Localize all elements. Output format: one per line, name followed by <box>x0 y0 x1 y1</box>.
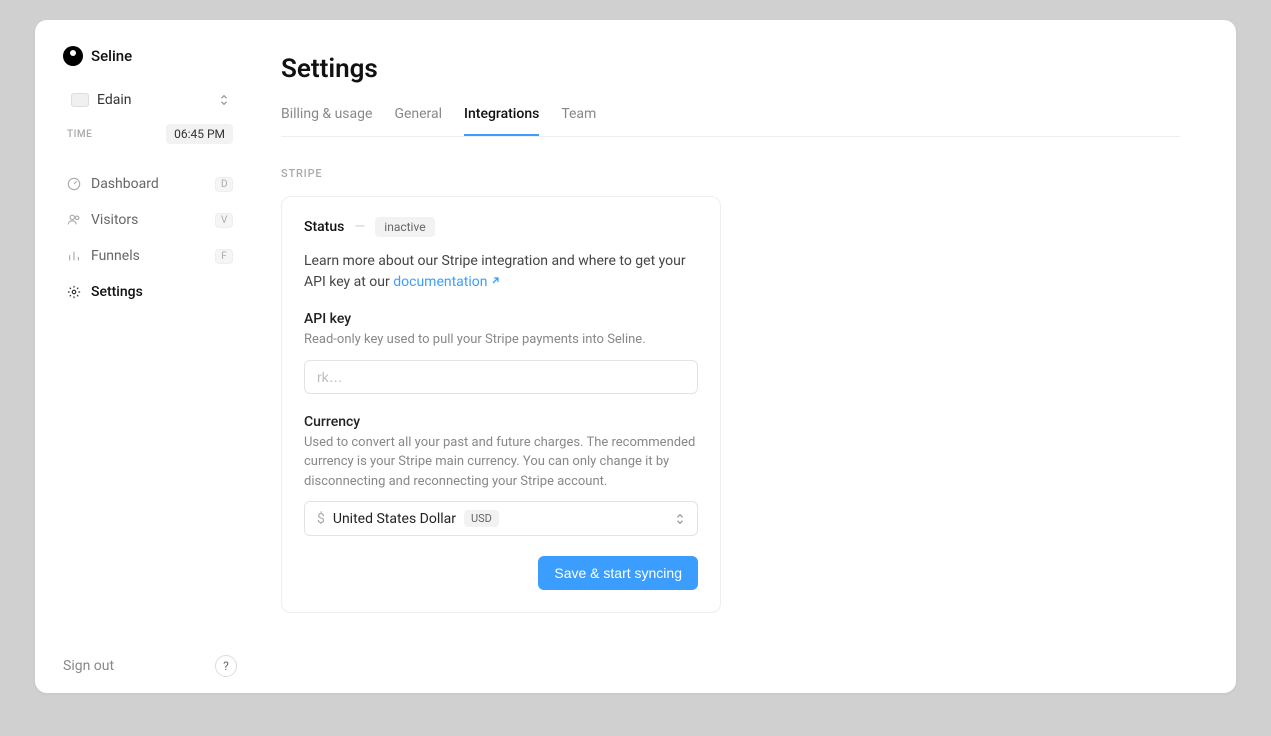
sidebar-item-funnels[interactable]: Funnels F <box>63 240 237 272</box>
learn-more-text: Learn more about our Stripe integration … <box>304 251 698 293</box>
api-key-input[interactable] <box>304 360 698 394</box>
currency-code-badge: USD <box>464 510 499 527</box>
save-button[interactable]: Save & start syncing <box>538 556 698 590</box>
docs-label: documentation <box>393 274 487 290</box>
main: Settings Billing & usage General Integra… <box>253 20 1236 693</box>
nav-kbd: F <box>215 249 233 264</box>
currency-name: United States Dollar <box>333 511 456 527</box>
time-row: TIME 06:45 PM <box>63 124 237 144</box>
api-key-label: API key <box>304 311 698 327</box>
time-label: TIME <box>67 129 92 140</box>
stripe-card: Status — inactive Learn more about our S… <box>281 196 721 613</box>
status-row: Status — inactive <box>304 217 698 237</box>
sidebar-item-settings[interactable]: Settings <box>63 276 237 308</box>
nav-label: Funnels <box>91 248 205 264</box>
workspace-selector[interactable]: Edain <box>63 86 237 114</box>
tab-integrations[interactable]: Integrations <box>464 106 539 136</box>
section-label-stripe: STRIPE <box>281 167 1180 180</box>
currency-desc: Used to convert all your past and future… <box>304 433 698 492</box>
nav-label: Dashboard <box>91 176 205 192</box>
gauge-icon <box>67 177 81 191</box>
nav-label: Settings <box>91 284 233 300</box>
sign-out-link[interactable]: Sign out <box>63 658 114 674</box>
brand-logo-icon <box>63 46 83 66</box>
chevron-updown-icon <box>219 94 229 106</box>
status-badge: inactive <box>375 217 434 237</box>
tab-general[interactable]: General <box>394 106 442 136</box>
bars-icon <box>67 249 81 263</box>
tabs: Billing & usage General Integrations Tea… <box>281 106 1180 137</box>
sidebar-item-visitors[interactable]: Visitors V <box>63 204 237 236</box>
sidebar: Seline Edain TIME 06:45 PM Dashboard D V… <box>35 20 253 693</box>
tab-billing[interactable]: Billing & usage <box>281 106 372 136</box>
dollar-icon: $ <box>317 511 325 527</box>
users-icon <box>67 213 81 227</box>
help-button[interactable]: ? <box>215 655 237 677</box>
tab-team[interactable]: Team <box>561 106 596 136</box>
nav-label: Visitors <box>91 212 205 228</box>
app-shell: Seline Edain TIME 06:45 PM Dashboard D V… <box>35 20 1236 693</box>
external-link-icon <box>490 276 500 286</box>
time-value: 06:45 PM <box>166 124 233 144</box>
sidebar-item-dashboard[interactable]: Dashboard D <box>63 168 237 200</box>
page-title: Settings <box>281 54 1180 84</box>
chevron-updown-icon <box>675 513 685 525</box>
api-key-desc: Read-only key used to pull your Stripe p… <box>304 330 698 350</box>
currency-select[interactable]: $ United States Dollar USD <box>304 501 698 536</box>
brand-name: Seline <box>91 47 132 65</box>
status-label: Status <box>304 219 344 235</box>
card-actions: Save & start syncing <box>304 556 698 590</box>
nav-kbd: V <box>215 213 233 228</box>
workspace-avatar-icon <box>71 93 89 107</box>
status-separator: — <box>354 219 365 235</box>
documentation-link[interactable]: documentation <box>393 274 499 290</box>
nav-kbd: D <box>215 177 233 192</box>
gear-icon <box>67 285 81 299</box>
currency-label: Currency <box>304 414 698 430</box>
brand: Seline <box>63 46 237 66</box>
workspace-name: Edain <box>97 92 211 108</box>
sidebar-footer: Sign out ? <box>63 655 237 677</box>
